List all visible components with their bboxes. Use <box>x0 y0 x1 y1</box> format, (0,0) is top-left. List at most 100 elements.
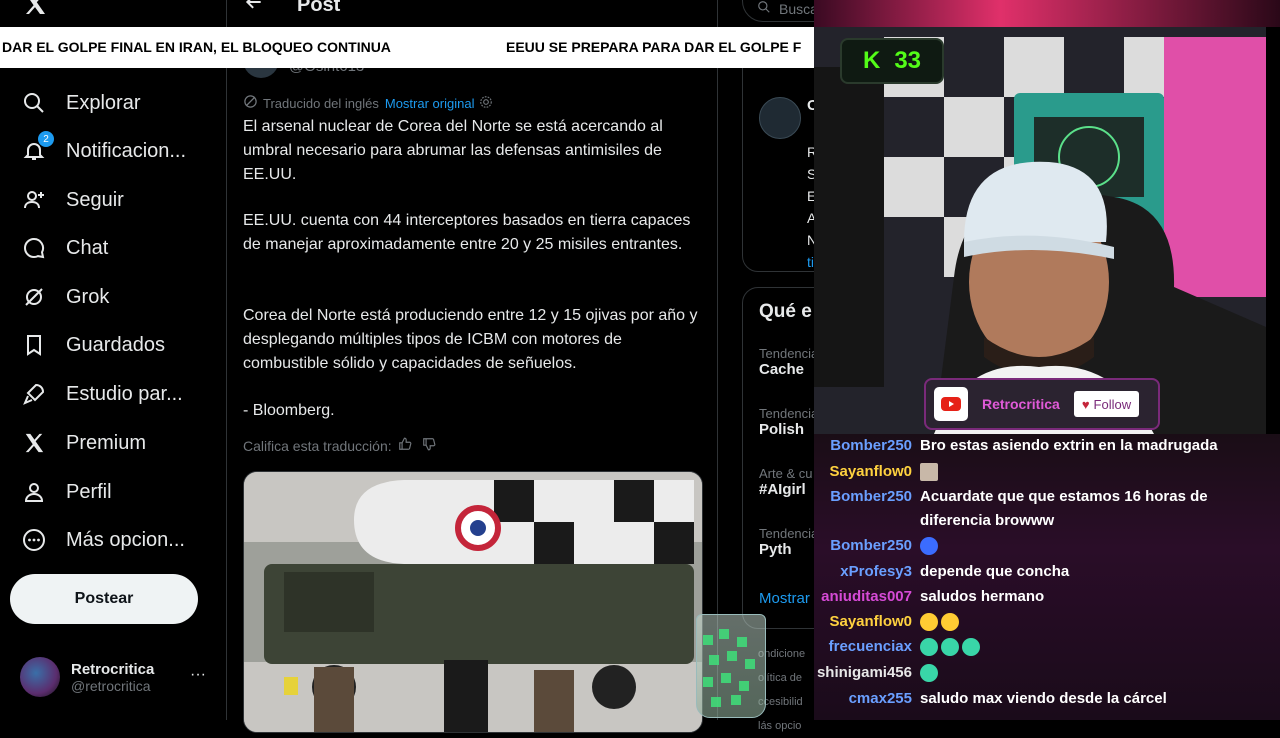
nav-studio[interactable]: Estudio par... <box>20 376 183 412</box>
trend-name: Cache <box>759 361 805 378</box>
nav-premium[interactable]: Premium <box>20 425 146 461</box>
nav-explore[interactable]: Explorar <box>20 85 140 121</box>
nav-label: Grok <box>66 285 110 308</box>
trend-item[interactable]: Tendencia Polish <box>759 406 818 438</box>
gear-icon[interactable] <box>479 95 493 112</box>
chat-emote <box>920 661 1230 685</box>
search-icon <box>757 0 771 19</box>
nav-notifications[interactable]: 2 Notificacion... <box>20 131 187 169</box>
nav-label: Perfil <box>66 480 112 503</box>
chat-emote <box>920 460 1230 484</box>
translation-bar: Traducido del inglés Mostrar original <box>243 94 493 112</box>
stream-overlay: K 33 Retrocritica ♥ Follow Bomber250 Bro… <box>814 0 1280 720</box>
person-icon <box>20 478 48 506</box>
trend-category: Tendencia <box>759 346 819 361</box>
add-person-icon <box>20 186 48 214</box>
nav-label: Más opcion... <box>66 528 185 551</box>
chat-username: shinigami456 <box>816 664 912 681</box>
chat-text: Bro estas asiendo extrin en la madrugada <box>920 437 1218 454</box>
person-avatar[interactable] <box>759 97 801 139</box>
follow-label: Follow <box>1093 396 1132 412</box>
footer-link[interactable]: lás opcio <box>758 714 805 738</box>
more-dots-icon[interactable]: ··· <box>190 666 206 684</box>
trend-name: #AIgirl <box>759 481 806 498</box>
chat-username: Bomber250 <box>830 437 912 454</box>
trend-category: Arte & cu <box>759 466 813 481</box>
show-original-link[interactable]: Mostrar original <box>385 96 475 111</box>
post-detail-column: Post @Osint613 Traducido del inglés Most… <box>227 0 718 733</box>
smile-emote-icon <box>941 613 959 632</box>
translated-label: Traducido del inglés <box>263 95 379 111</box>
kick-logo-icon: K <box>862 47 881 74</box>
x-logo-icon[interactable] <box>22 0 48 21</box>
grok-icon <box>20 283 48 311</box>
chat-text: Acuardate que que estamos 16 horas de di… <box>920 488 1208 529</box>
youtube-icon <box>934 387 968 421</box>
account-name: Retrocritica <box>71 660 155 678</box>
bookmark-icon <box>20 331 48 359</box>
emote-icon <box>962 638 980 657</box>
trend-item[interactable]: Tendencia Cache <box>759 346 818 378</box>
glass-cup-decoration <box>696 614 766 718</box>
chat-bubble-icon <box>20 234 48 262</box>
nav-more[interactable]: Más opcion... <box>20 522 185 558</box>
nav-label: Explorar <box>66 91 141 114</box>
nav-label: Guardados <box>66 333 165 356</box>
nav-follow[interactable]: Seguir <box>20 182 124 218</box>
emote-icon <box>920 664 938 683</box>
show-more-link[interactable]: Mostrar <box>759 590 810 607</box>
follow-button[interactable]: ♥ Follow <box>1073 391 1140 417</box>
avatar <box>20 657 60 697</box>
webcam-feed <box>814 27 1266 434</box>
account-switcher[interactable]: Retrocritica @retrocritica ··· <box>20 654 210 700</box>
channel-name: Retrocritica <box>982 396 1060 412</box>
chat-emote <box>920 534 1230 558</box>
post-button[interactable]: Postear <box>10 574 198 624</box>
missile-truck-photo <box>244 472 702 732</box>
nav-label: Premium <box>66 431 147 454</box>
trend-category: Tendencia <box>759 406 819 421</box>
trends-title: Qué e <box>759 301 812 322</box>
nav-bookmarks[interactable]: Guardados <box>20 327 165 363</box>
nav-label: Notificacion... <box>66 139 187 162</box>
tweet-paragraph: EE.UU. cuenta con 44 interceptores basad… <box>243 212 691 253</box>
bell-icon: 2 <box>20 131 54 165</box>
trend-name: Polish <box>759 421 805 438</box>
search-icon <box>20 89 48 117</box>
stream-chat: Bomber250 Bro estas asiendo extrin en la… <box>814 434 1280 720</box>
chat-username: aniuditas007 <box>821 588 912 605</box>
ticker-text: DAR EL GOLPE FINAL EN IRAN, EL BLOQUEO C… <box>2 39 391 55</box>
chat-text: saludos hermano <box>920 588 1045 605</box>
nav-chat[interactable]: Chat <box>20 230 108 266</box>
notification-badge: 2 <box>38 131 54 147</box>
chat-username: Sayanflow0 <box>829 613 912 630</box>
overlay-banner <box>814 0 1280 27</box>
x-icon <box>20 429 48 457</box>
trend-item[interactable]: Arte & cu #AIgirl <box>759 466 812 498</box>
nav-grok[interactable]: Grok <box>20 279 109 315</box>
globe-icon <box>243 94 258 112</box>
chat-username: Bomber250 <box>830 537 912 554</box>
smile-emote-icon <box>920 613 938 632</box>
chat-username: Sayanflow0 <box>829 463 912 480</box>
viewer-count: 33 <box>894 47 922 74</box>
nav-profile[interactable]: Perfil <box>20 474 112 510</box>
heart-icon: ♥ <box>1081 396 1090 412</box>
post-image[interactable] <box>243 471 703 733</box>
tweet-paragraph: - Bloomberg. <box>243 402 335 419</box>
left-navigation: Explorar 2 Notificacion... Seguir Chat G… <box>0 0 227 720</box>
thumbs-up-icon[interactable] <box>398 437 412 454</box>
chat-text: depende que concha <box>920 563 1070 580</box>
news-ticker: DAR EL GOLPE FINAL EN IRAN, EL BLOQUEO C… <box>0 27 814 68</box>
page-title: Post <box>297 0 341 16</box>
rocket-icon <box>20 380 48 408</box>
back-arrow-icon[interactable] <box>243 0 265 17</box>
more-circle-icon <box>20 526 48 554</box>
chat-username: xProfesy3 <box>840 563 912 580</box>
chat-emote <box>920 635 1230 659</box>
trend-item[interactable]: Tendencia Pyth <box>759 526 818 558</box>
account-handle: @retrocritica <box>71 677 151 694</box>
tweet-paragraph: Corea del Norte está produciendo entre 1… <box>243 307 698 372</box>
chat-emote <box>920 610 1230 634</box>
thumbs-down-icon[interactable] <box>422 437 436 454</box>
